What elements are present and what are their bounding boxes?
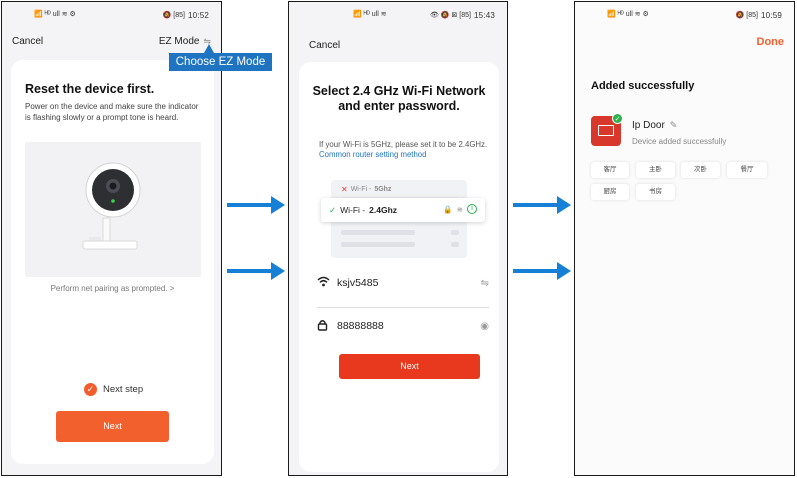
room-chip[interactable]: 次卧 bbox=[681, 162, 720, 178]
placeholder-bar bbox=[341, 242, 415, 247]
room-chip[interactable]: 主卧 bbox=[636, 162, 675, 178]
phone-screen-added-successfully: 📶 ᴴᴰ ull ≋ ⚙ 🔕 [85] 10:59 Done Added succ… bbox=[574, 1, 795, 476]
ssid-field[interactable]: ksjv5485 ⇋ bbox=[317, 272, 489, 294]
arrow-right-icon bbox=[227, 262, 285, 280]
wifi-5ghz-option: ✕ Wi-Fi - 5Ghz bbox=[341, 185, 391, 194]
page-title: Select 2.4 GHz Wi-Fi Network and enter p… bbox=[312, 84, 486, 113]
status-bar: 📶 ᴴᴰ ull ≋ ⚙ 🔕 [85] 10:59 bbox=[575, 10, 794, 22]
cross-icon: ✕ bbox=[341, 185, 348, 194]
router-setting-link[interactable]: Common router setting method bbox=[319, 150, 426, 159]
device-name: Ip Door bbox=[632, 120, 665, 131]
status-icons-left: 📶 ᴴᴰ ull ≋ ⚙ bbox=[34, 11, 76, 18]
status-time: 15:43 bbox=[473, 11, 495, 20]
info-icon: i bbox=[467, 204, 477, 214]
room-chip[interactable]: 客厅 bbox=[591, 162, 629, 178]
wifi-2-4ghz-prefix: Wi-Fi - bbox=[340, 205, 366, 215]
lock-icon bbox=[317, 319, 337, 334]
reset-description: Power on the device and make sure the in… bbox=[25, 102, 199, 122]
next-button[interactable]: Next bbox=[56, 411, 169, 442]
choose-ez-mode-tooltip: Choose EZ Mode bbox=[169, 53, 272, 71]
wifi-description-text: If your Wi-Fi is 5GHz, please set it to … bbox=[319, 140, 488, 149]
status-bar: 📶 ᴴᴰ ull ≋ 👁 🔕 ⊠ [85] 15:43 bbox=[289, 10, 507, 22]
hint-label: Perform net pairing as prompted. bbox=[50, 284, 168, 293]
edit-pencil-icon[interactable]: ✎ bbox=[670, 120, 678, 131]
checkmark-icon: ✓ bbox=[329, 204, 337, 215]
status-time: 10:59 bbox=[760, 11, 782, 20]
device-name-row[interactable]: Ip Door ✎ bbox=[632, 120, 677, 131]
wifi-setup-card: Select 2.4 GHz Wi-Fi Network and enter p… bbox=[299, 62, 499, 472]
room-chip[interactable]: 书房 bbox=[636, 184, 675, 200]
wifi-description: If your Wi-Fi is 5GHz, please set it to … bbox=[319, 140, 489, 160]
ez-mode-label: EZ Mode bbox=[158, 36, 200, 47]
placeholder-bar bbox=[341, 230, 415, 235]
room-chip[interactable]: 餐厅 bbox=[727, 162, 767, 178]
status-icons-left: 📶 ᴴᴰ ull ≋ bbox=[353, 11, 387, 18]
arrow-right-icon bbox=[227, 196, 285, 214]
status-icons-left: 📶 ᴴᴰ ull ≋ ⚙ bbox=[607, 11, 649, 18]
placeholder-bar bbox=[451, 242, 459, 247]
switch-network-icon[interactable]: ⇋ bbox=[481, 278, 489, 289]
page-title: Added successfully bbox=[591, 80, 695, 92]
checkmark-icon: ✓ bbox=[84, 383, 97, 396]
wifi-2-4ghz-option[interactable]: ✓ Wi-Fi - 2.4Ghz 🔒 ≋ i bbox=[321, 198, 485, 222]
done-button[interactable]: Done bbox=[757, 36, 785, 48]
password-value: 88888888 bbox=[337, 320, 384, 332]
net-pairing-hint[interactable]: Perform net pairing as prompted. > bbox=[11, 284, 214, 293]
phone-screen-reset-device: 📶 ᴴᴰ ull ≋ ⚙ 🔕 [85] 10:52 Cancel EZ Mode … bbox=[1, 1, 222, 476]
status-time: 10:52 bbox=[187, 11, 209, 20]
chevron-right-icon: > bbox=[169, 284, 175, 293]
camera-icon bbox=[82, 162, 141, 250]
cancel-button[interactable]: Cancel bbox=[309, 40, 340, 51]
camera-illustration bbox=[25, 142, 201, 277]
success-check-icon: ✓ bbox=[612, 113, 623, 124]
wifi-5ghz-band: 5Ghz bbox=[374, 186, 392, 193]
field-divider bbox=[317, 307, 489, 308]
eye-icon[interactable]: ◉ bbox=[480, 321, 489, 332]
placeholder-bar bbox=[451, 230, 459, 235]
room-chip[interactable]: 厨房 bbox=[591, 184, 629, 200]
page-title: Reset the device first. bbox=[25, 82, 155, 96]
cancel-button[interactable]: Cancel bbox=[12, 36, 43, 47]
phone-screen-wifi-setup: 📶 ᴴᴰ ull ≋ 👁 🔕 ⊠ [85] 15:43 Cancel Select… bbox=[288, 1, 508, 476]
wifi-5ghz-prefix: Wi-Fi - bbox=[350, 186, 372, 193]
lock-icon: 🔒 bbox=[443, 204, 453, 214]
password-field[interactable]: 88888888 ◉ bbox=[317, 315, 489, 337]
device-status: Device added successfully bbox=[632, 137, 727, 146]
next-step-label: Next step bbox=[103, 384, 144, 395]
ssid-value: ksjv5485 bbox=[337, 277, 379, 289]
arrow-right-icon bbox=[513, 196, 571, 214]
status-icons-right: 🔕 [85] bbox=[162, 11, 185, 19]
wifi-signal-icon: ≋ bbox=[456, 204, 463, 214]
reset-instructions-card: Reset the device first. Power on the dev… bbox=[11, 60, 214, 464]
tooltip-pointer bbox=[204, 44, 214, 53]
status-bar: 📶 ᴴᴰ ull ≋ ⚙ 🔕 [85] 10:52 bbox=[2, 10, 221, 22]
arrow-right-icon bbox=[513, 262, 571, 280]
next-button[interactable]: Next bbox=[339, 354, 480, 379]
wifi-icon bbox=[317, 276, 337, 290]
device-icon: ✓ bbox=[591, 113, 623, 146]
status-icons-right: 🔕 [85] bbox=[735, 11, 758, 19]
wifi-2-4ghz-band: 2.4Ghz bbox=[369, 205, 398, 215]
next-step-checkbox[interactable]: ✓ Next step bbox=[84, 383, 143, 396]
status-icons-right: 👁 🔕 ⊠ [85] bbox=[429, 11, 471, 19]
